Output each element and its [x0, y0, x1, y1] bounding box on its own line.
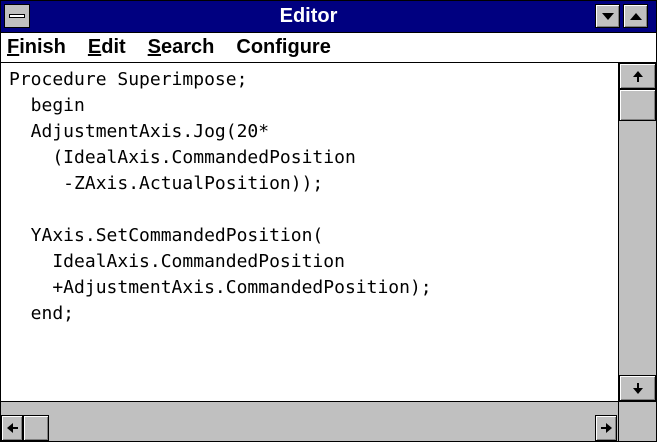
menu-edit-label: dit [101, 36, 126, 58]
horizontal-scroll-thumb[interactable] [23, 415, 49, 441]
minimize-button[interactable] [595, 4, 620, 28]
vertical-scrollbar[interactable] [618, 63, 656, 401]
menu-search-label: earch [161, 36, 215, 58]
menu-finish-accelerator: F [7, 36, 20, 58]
arrow-right-icon [600, 423, 612, 433]
arrow-left-icon [6, 423, 18, 433]
menu-configure[interactable]: Configure [236, 36, 330, 59]
code-text[interactable]: Procedure Superimpose; begin AdjustmentA… [1, 63, 618, 327]
vertical-scroll-thumb[interactable] [619, 89, 656, 121]
scrollbar-corner [618, 401, 656, 441]
menu-search-accelerator: S [147, 36, 162, 58]
window-title: Editor [279, 5, 338, 27]
horizontal-scrollbar[interactable] [1, 401, 618, 441]
arrow-down-icon [632, 382, 643, 394]
menu-edit[interactable]: Edit [88, 36, 126, 59]
scroll-down-button[interactable] [619, 375, 656, 401]
minimize-icon [601, 12, 614, 20]
scroll-right-button[interactable] [595, 415, 617, 441]
maximize-button[interactable] [623, 4, 648, 28]
system-menu-button[interactable] [4, 4, 30, 28]
arrow-up-icon [632, 70, 643, 82]
menu-edit-accelerator: E [87, 36, 102, 58]
menu-search[interactable]: Search [148, 36, 215, 59]
text-editor-area[interactable]: Procedure Superimpose; begin AdjustmentA… [1, 63, 618, 401]
scroll-up-button[interactable] [619, 63, 656, 89]
menu-finish-label: inish [19, 36, 66, 58]
maximize-icon [629, 12, 642, 20]
title-bar[interactable]: Editor [1, 1, 656, 33]
editor-window: Editor Finish Edit Search Configure Proc… [0, 0, 657, 442]
system-menu-icon [9, 14, 25, 18]
menu-finish[interactable]: Finish [7, 36, 66, 59]
menu-configure-label: Configure [236, 36, 331, 58]
menu-bar: Finish Edit Search Configure [1, 33, 656, 63]
scroll-left-button[interactable] [1, 415, 23, 441]
